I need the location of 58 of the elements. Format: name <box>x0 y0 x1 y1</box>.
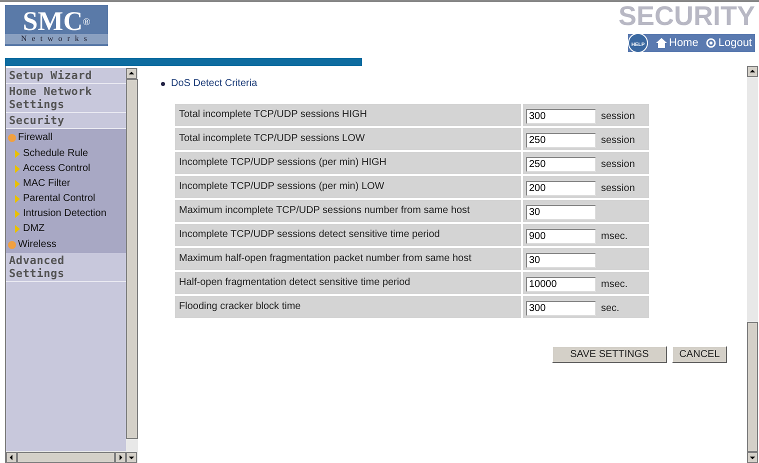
scroll-up-button[interactable] <box>747 66 758 77</box>
setting-label: Incomplete TCP/UDP sessions detect sensitive time period <box>175 224 521 246</box>
page-title: SECURITY <box>618 2 755 30</box>
scroll-down-button[interactable] <box>747 452 758 463</box>
sidebar-item[interactable]: Wireless <box>6 236 126 253</box>
save-button[interactable]: SAVE SETTINGS <box>552 346 667 363</box>
value-field[interactable]: 300 <box>526 300 596 316</box>
bullet-icon <box>8 134 16 142</box>
sidebar-item[interactable]: Firewall <box>6 129 126 146</box>
setting-label: Flooding cracker block time <box>175 296 521 318</box>
bullet-icon <box>161 82 165 86</box>
sidebar-section[interactable]: Security <box>6 113 126 129</box>
scroll-right-button[interactable] <box>115 452 126 462</box>
value-field[interactable]: 30 <box>526 252 596 268</box>
scroll-down-button[interactable] <box>126 452 137 463</box>
unit-label: sec. <box>601 302 620 316</box>
sidebar-subitem[interactable]: Parental Control <box>6 191 126 206</box>
unit-label: session <box>601 182 635 196</box>
header-link[interactable]: Home <box>656 34 698 52</box>
sidebar-subitem[interactable]: Intrusion Detection <box>6 206 126 221</box>
sidebar-subitem[interactable]: Schedule Rule <box>6 146 126 161</box>
sidebar-subitem[interactable]: MAC Filter <box>6 176 126 191</box>
value-field[interactable]: 250 <box>526 156 596 172</box>
value-field[interactable]: 900 <box>526 228 596 244</box>
section-heading: DoS Detect Criteria <box>171 77 258 91</box>
unit-label: msec. <box>601 278 628 292</box>
value-field[interactable]: 30 <box>526 204 596 220</box>
setting-label: Half-open fragmentation detect sensitive time period <box>175 272 521 294</box>
cancel-button[interactable]: CANCEL <box>672 346 727 363</box>
value-field[interactable]: 300 <box>526 108 596 124</box>
logo: SMC$^{®}$ Networks <box>5 5 108 46</box>
unit-label: session <box>601 158 635 172</box>
house-icon <box>656 38 667 48</box>
bullet-icon <box>8 240 16 248</box>
unit-label: session <box>601 134 635 148</box>
sidebar-section[interactable]: Advanced Settings <box>6 253 126 282</box>
scroll-up-button[interactable] <box>126 68 137 79</box>
setting-label: Incomplete TCP/UDP sessions (per min) LOW <box>175 176 521 198</box>
unit-label: msec. <box>601 230 628 244</box>
sidebar-section[interactable]: Home Network Settings <box>6 84 126 113</box>
power-icon <box>706 38 716 48</box>
setting-label: Maximum half-open fragmentation packet number from same host <box>175 248 521 270</box>
value-field[interactable]: 200 <box>526 180 596 196</box>
sidebar-subitem[interactable]: DMZ <box>6 221 126 236</box>
value-field[interactable]: 10000 <box>526 276 596 292</box>
scroll-left-button[interactable] <box>6 452 17 462</box>
header-link[interactable]: Logout <box>706 34 752 52</box>
scrollbar-thumb[interactable] <box>747 322 758 452</box>
setting-label: Incomplete TCP/UDP sessions (per min) HIGH <box>175 152 521 174</box>
setting-label: Total incomplete TCP/UDP sessions LOW <box>175 128 521 150</box>
value-field[interactable]: 250 <box>526 132 596 148</box>
scrollbar-thumb[interactable] <box>126 79 138 439</box>
scrollbar-thumb[interactable] <box>17 452 115 462</box>
sidebar-subitem[interactable]: Access Control <box>6 161 126 176</box>
sidebar-section[interactable]: Setup Wizard <box>6 68 126 84</box>
setting-label: Maximum incomplete TCP/UDP sessions number from same host <box>175 200 521 222</box>
setting-label: Total incomplete TCP/UDP sessions HIGH <box>175 104 521 126</box>
unit-label: session <box>601 110 635 124</box>
